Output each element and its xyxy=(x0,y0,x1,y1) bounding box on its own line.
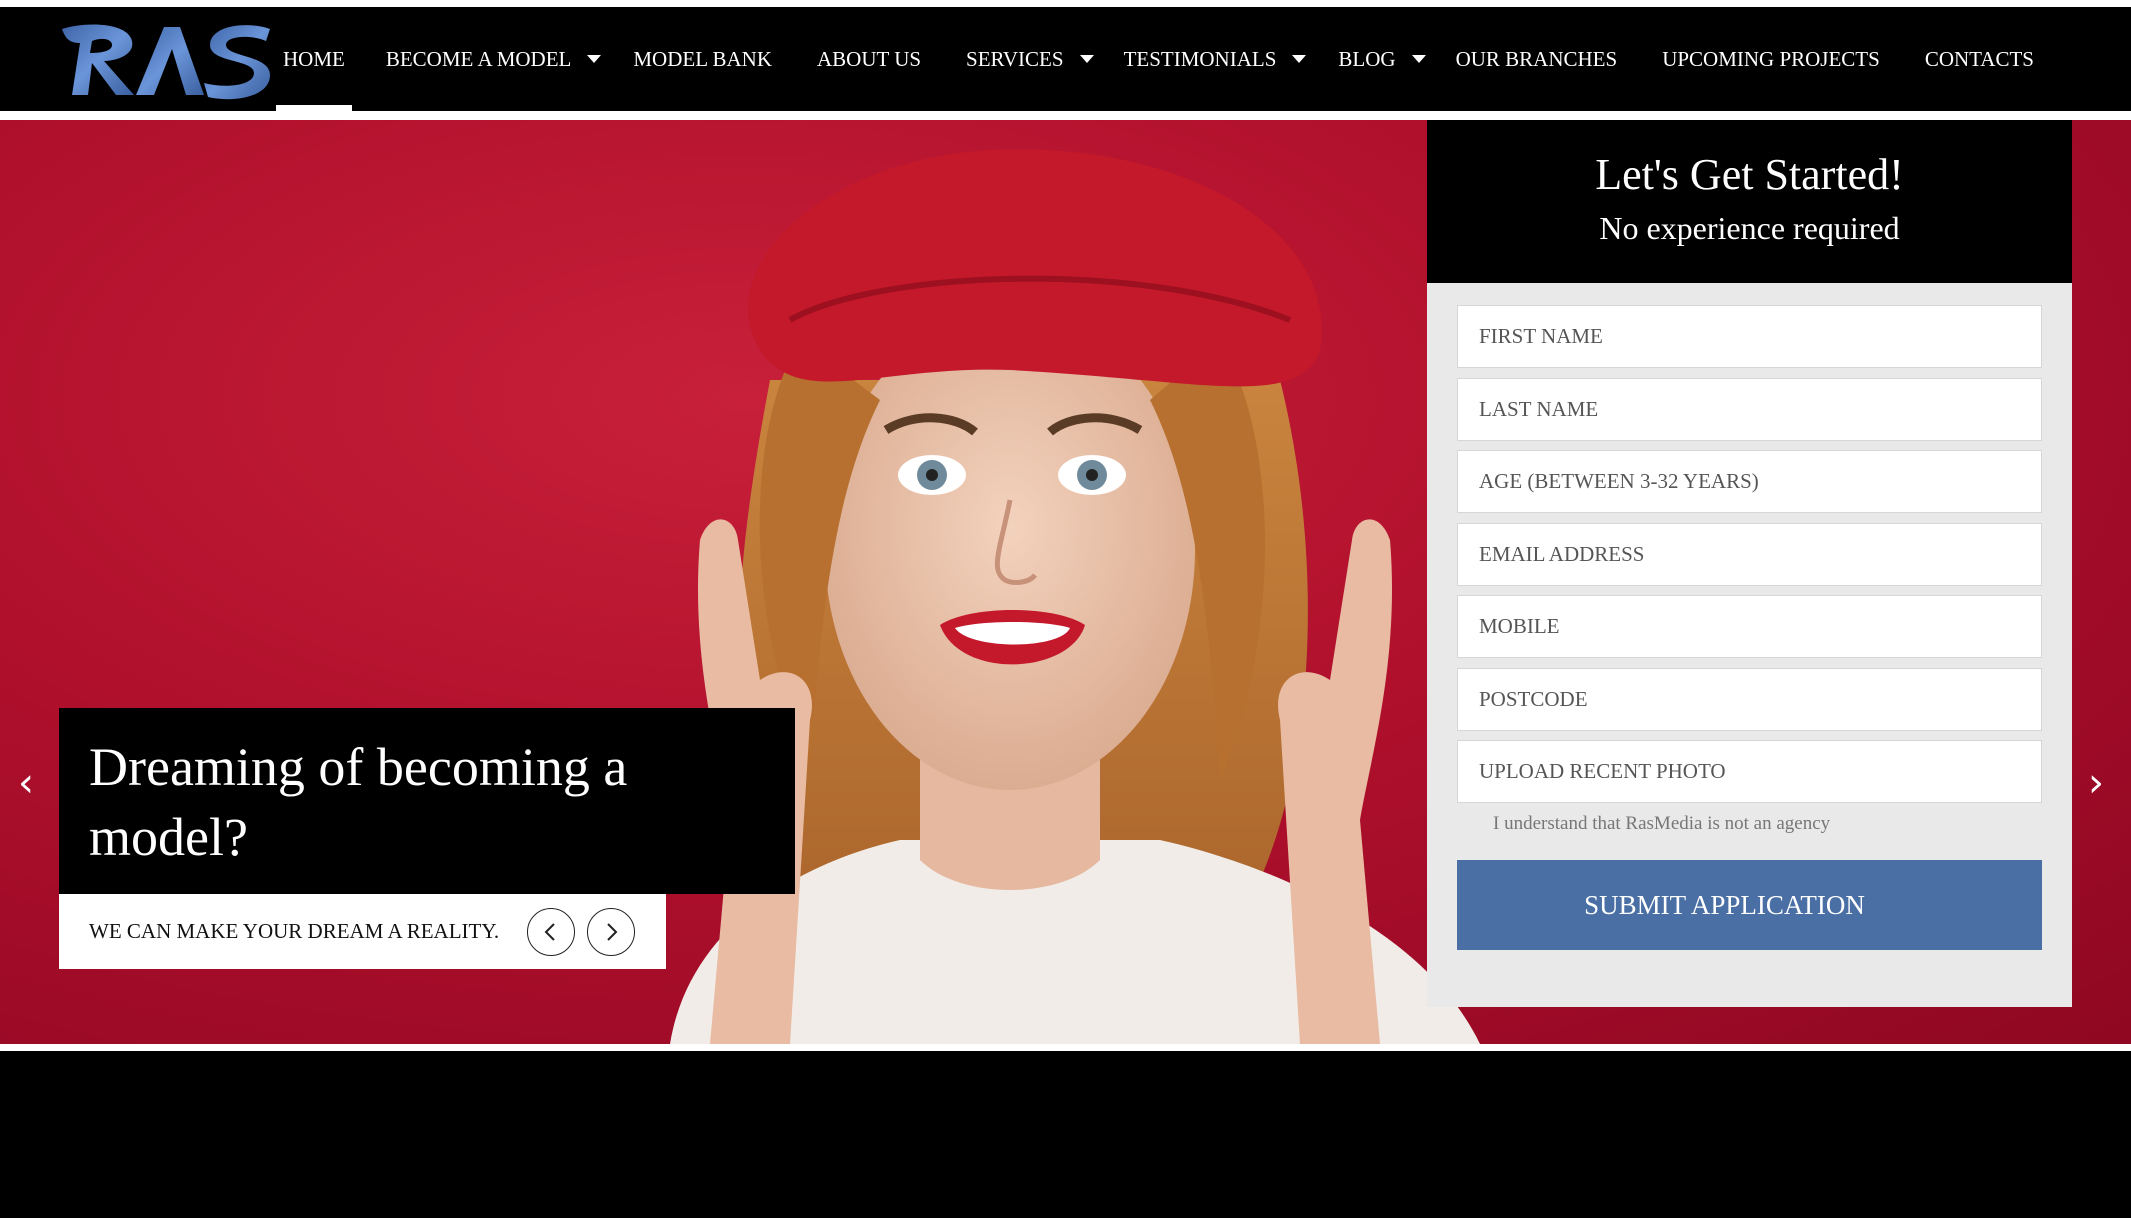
age-field[interactable] xyxy=(1457,450,2042,513)
upload-photo-field[interactable] xyxy=(1457,740,2042,803)
chevron-left-icon xyxy=(544,922,555,941)
caption-next-button[interactable] xyxy=(587,907,636,956)
nav-upcoming-projects-label: UPCOMING PROJECTS xyxy=(1662,46,1880,71)
hero-subtext: WE CAN MAKE YOUR DREAM A REALITY. xyxy=(89,919,500,943)
agree-checkbox-row[interactable]: I understand that RasMedia is not an age… xyxy=(1457,813,2072,835)
main-nav: HOME BECOME A MODEL MODEL BANK ABOUT US … xyxy=(276,7,2034,111)
ras-logo[interactable] xyxy=(58,19,272,101)
submit-application-button[interactable]: SUBMIT APPLICATION xyxy=(1457,860,2042,950)
nav-blog-label: BLOG xyxy=(1338,46,1396,71)
nav-about-us[interactable]: ABOUT US xyxy=(817,7,921,111)
caret-down-icon[interactable] xyxy=(1292,55,1307,63)
chevron-right-icon xyxy=(607,922,618,941)
slider-prev-arrow[interactable]: ‹ xyxy=(18,760,34,806)
nav-services-label: SERVICES xyxy=(966,46,1064,71)
form-fields xyxy=(1427,283,2072,803)
last-name-field[interactable] xyxy=(1457,377,2042,441)
agree-label: I understand that RasMedia is not an age… xyxy=(1493,813,1831,834)
nav-services[interactable]: SERVICES xyxy=(966,7,1094,111)
nav-model-bank-label: MODEL BANK xyxy=(633,46,772,71)
nav-about-us-label: ABOUT US xyxy=(817,46,922,71)
nav-home-label: HOME xyxy=(283,46,345,71)
nav-our-branches-label: OUR BRANCHES xyxy=(1455,46,1618,71)
caret-down-icon[interactable] xyxy=(1079,55,1094,63)
hero-caption: Dreaming of becoming a model? xyxy=(59,708,795,894)
caption-prev-button[interactable] xyxy=(527,907,576,956)
nav-become-a-model[interactable]: BECOME A MODEL xyxy=(386,7,602,111)
hero-bottom-border xyxy=(0,1044,2131,1051)
mobile-field[interactable] xyxy=(1457,595,2042,658)
slider-next-arrow[interactable]: › xyxy=(2088,760,2104,806)
hero-subcaption: WE CAN MAKE YOUR DREAM A REALITY. xyxy=(59,894,666,969)
nav-contacts[interactable]: CONTACTS xyxy=(1925,7,2034,111)
nav-model-bank[interactable]: MODEL BANK xyxy=(633,7,772,111)
footer-band xyxy=(0,1051,2131,1218)
form-header: Let's Get Started! No experience require… xyxy=(1427,120,2072,283)
nav-testimonials[interactable]: TESTIMONIALS xyxy=(1124,7,1307,111)
hero-headline: Dreaming of becoming a model? xyxy=(89,737,628,867)
first-name-field[interactable] xyxy=(1457,305,2042,368)
email-field[interactable] xyxy=(1457,522,2042,586)
hero-model-photo xyxy=(670,149,1480,1044)
caret-down-icon[interactable] xyxy=(587,55,602,63)
nav-contacts-label: CONTACTS xyxy=(1924,46,2034,71)
nav-home[interactable]: HOME xyxy=(276,7,352,111)
nav-become-a-model-label: BECOME A MODEL xyxy=(385,46,572,71)
nav-upcoming-projects[interactable]: UPCOMING PROJECTS xyxy=(1662,7,1880,111)
form-subtitle: No experience required xyxy=(1599,210,1900,246)
nav-our-branches[interactable]: OUR BRANCHES xyxy=(1456,7,1618,111)
top-border xyxy=(0,0,2131,7)
postcode-field[interactable] xyxy=(1457,667,2042,731)
nav-blog[interactable]: BLOG xyxy=(1338,7,1426,111)
caret-down-icon[interactable] xyxy=(1411,55,1426,63)
form-title: Let's Get Started! xyxy=(1595,150,1904,199)
nav-testimonials-label: TESTIMONIALS xyxy=(1123,46,1277,71)
site-header: HOME BECOME A MODEL MODEL BANK ABOUT US … xyxy=(0,7,2131,111)
application-form: Let's Get Started! No experience require… xyxy=(1427,120,2072,1007)
